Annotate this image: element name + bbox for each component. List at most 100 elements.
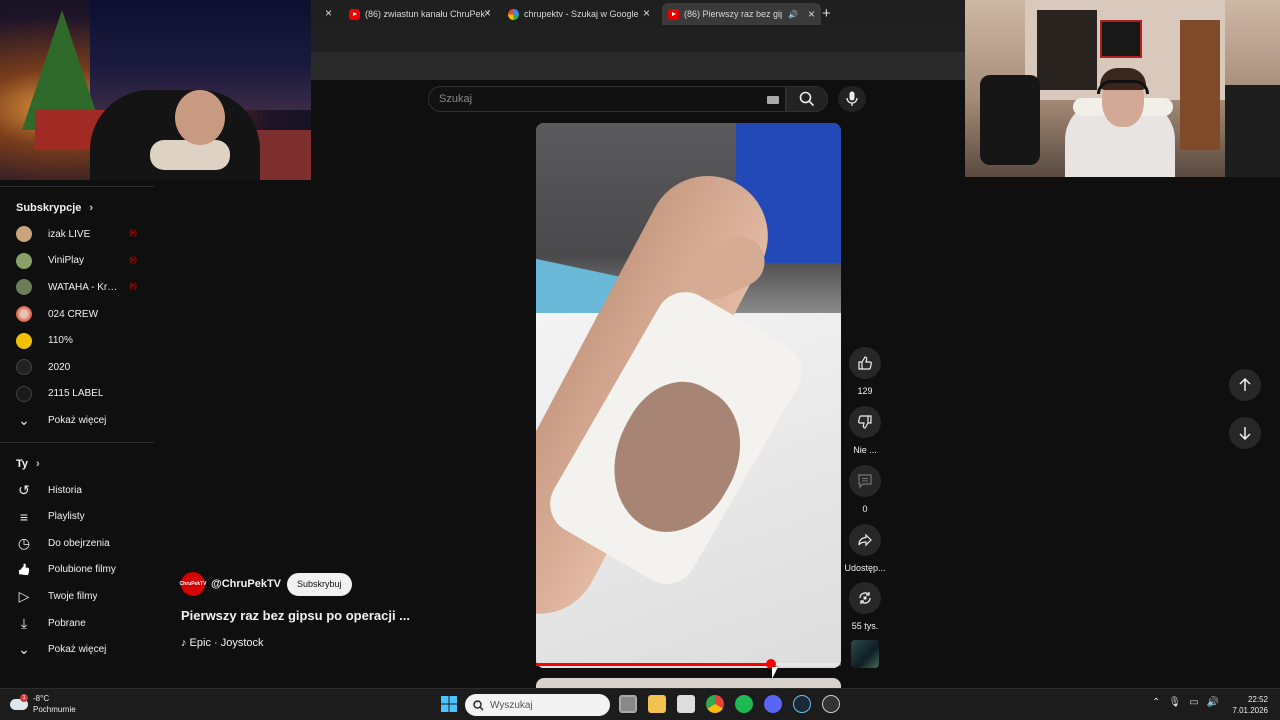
- headphones: [1097, 80, 1149, 94]
- sidebar-item-110[interactable]: 110%: [0, 327, 154, 354]
- sidebar-item-liked[interactable]: 👍 Polubione filmy: [0, 557, 154, 584]
- chrome-icon[interactable]: [706, 695, 724, 713]
- tab-zwiastun[interactable]: (86) zwiastun kanału ChruPek T: [349, 4, 489, 24]
- audio-icon[interactable]: 🔊: [788, 10, 798, 19]
- dislike-action: Nie ...: [849, 406, 881, 455]
- windows-start-icon[interactable]: [440, 695, 458, 713]
- taskbar-search[interactable]: [465, 694, 610, 716]
- sidebar-item-watch-later[interactable]: ◷ Do obejrzenia: [0, 530, 154, 557]
- shelf: [1037, 10, 1097, 90]
- time: 22:52: [1247, 695, 1268, 704]
- remix-button[interactable]: [849, 582, 881, 614]
- spotify-icon[interactable]: [735, 695, 753, 713]
- next-video-button[interactable]: [1229, 417, 1261, 449]
- tab-label: chrupektv - Szukaj w Google: [524, 9, 639, 19]
- share-icon: [858, 533, 872, 547]
- youtube-icon: [668, 8, 679, 20]
- tab-close-icon[interactable]: ×: [325, 6, 332, 20]
- sidebar-item-label: Polubione filmy: [48, 564, 116, 576]
- sidebar-item-downloads[interactable]: ⤓ Pobrane: [0, 610, 154, 637]
- dislike-label: Nie ...: [853, 445, 877, 455]
- sidebar-item-2020[interactable]: 2020: [0, 354, 154, 381]
- download-icon: ⤓: [20, 614, 28, 631]
- search-button[interactable]: [786, 86, 828, 112]
- thumbs-up-icon: [858, 356, 872, 370]
- sidebar-item-label: izak LIVE: [48, 228, 91, 240]
- address-bar-area[interactable]: [311, 28, 965, 52]
- volume-icon[interactable]: 🔊: [1207, 697, 1219, 708]
- cloud-icon: 1: [10, 693, 28, 710]
- previous-video-button[interactable]: [1229, 369, 1261, 401]
- comments-button[interactable]: [849, 465, 881, 497]
- tab-close-icon[interactable]: ×: [643, 6, 650, 20]
- discord-icon[interactable]: [764, 695, 782, 713]
- microphone-icon[interactable]: 🎙: [1168, 697, 1181, 708]
- taskbar-search-input[interactable]: [490, 699, 600, 711]
- tab-active-video[interactable]: (86) Pierwszy raz bez gipsu 🔊 ×: [662, 3, 821, 25]
- your-videos-icon: ▷: [18, 587, 30, 604]
- show-more-label: Pokaż więcej: [48, 644, 107, 656]
- dislike-button[interactable]: [849, 406, 881, 438]
- avatar: [16, 359, 32, 376]
- sidebar-item-viniplay[interactable]: ViniPlay ((•)): [0, 248, 154, 275]
- sidebar-item-your-videos[interactable]: ▷ Twoje filmy: [0, 583, 154, 610]
- store-icon[interactable]: [677, 695, 695, 713]
- channel-avatar[interactable]: ChruPekTV: [180, 572, 206, 596]
- chevron-up-icon[interactable]: ⌃: [1152, 697, 1160, 708]
- cabinet: [1225, 85, 1280, 177]
- live-icon: ((•)): [129, 256, 137, 264]
- channel-info: ChruPekTV @ChruPekTV Subskrybuj: [180, 572, 352, 596]
- sidebar-item-playlists[interactable]: ≡ Playlisty: [0, 503, 154, 530]
- tab-close-icon[interactable]: ×: [808, 7, 815, 21]
- divider: [0, 441, 154, 443]
- door: [1180, 20, 1220, 150]
- playlist-icon: ≡: [19, 508, 29, 525]
- chevron-right-icon: ›: [36, 457, 40, 470]
- voice-search-button[interactable]: [838, 86, 866, 112]
- keyboard-icon[interactable]: [767, 96, 779, 104]
- new-tab-button[interactable]: +: [822, 5, 831, 22]
- avatar: [16, 226, 32, 243]
- progress-bar[interactable]: [536, 659, 841, 669]
- sidebar-item-history[interactable]: ↺ Historia: [0, 477, 154, 504]
- show-more-you[interactable]: ⌄ Pokaż więcej: [0, 636, 154, 663]
- search-input[interactable]: [439, 92, 759, 106]
- like-button[interactable]: [849, 347, 881, 379]
- avatar: [16, 279, 32, 296]
- live-icon: ((•)): [129, 230, 137, 237]
- search-icon: [473, 699, 484, 710]
- sidebar-item-izak-live[interactable]: izak LIVE ((•)): [0, 221, 154, 248]
- search-icon: [799, 91, 815, 107]
- obs-icon[interactable]: [822, 695, 840, 713]
- display-icon[interactable]: ▭: [1189, 697, 1198, 708]
- tab-google-search[interactable]: chrupektv - Szukaj w Google: [508, 4, 639, 24]
- video-title[interactable]: Pierwszy raz bez gipsu po operacji ...: [181, 608, 410, 623]
- subscribe-button[interactable]: Subskrybuj: [287, 572, 352, 596]
- sidebar-item-label: 2020: [48, 361, 71, 373]
- avatar: [16, 306, 32, 323]
- sidebar-item-024-crew[interactable]: 024 CREW: [0, 301, 154, 328]
- sidebar-item-label: Twoje filmy: [48, 590, 98, 602]
- sound-thumbnail[interactable]: [851, 640, 879, 668]
- sidebar-item-2115-label[interactable]: 2115 LABEL: [0, 381, 154, 408]
- subscriptions-heading[interactable]: Subskrypcje ›: [0, 195, 154, 221]
- shorts-video-player[interactable]: [536, 123, 841, 668]
- steam-icon[interactable]: [793, 695, 811, 713]
- sidebar-item-wataha[interactable]: WATAHA - Krule... ((•)): [0, 274, 154, 301]
- weather-widget[interactable]: 1 -8°C Pochmurnie: [10, 693, 76, 715]
- share-button[interactable]: [849, 524, 881, 556]
- you-heading[interactable]: Ty ›: [0, 451, 154, 477]
- date: 7.01.2026: [1232, 706, 1268, 715]
- divider: [0, 186, 154, 187]
- next-video-preview[interactable]: [536, 678, 841, 688]
- clock[interactable]: 22:52 7.01.2026: [1228, 694, 1268, 716]
- show-more-subscriptions[interactable]: ⌄ Pokaż więcej: [0, 407, 154, 434]
- channel-name[interactable]: @ChruPekTV: [211, 578, 281, 590]
- tab-close-icon[interactable]: ×: [484, 6, 491, 20]
- webcam-overlay-right: [965, 0, 1280, 177]
- task-view-icon[interactable]: [619, 695, 637, 713]
- like-action: 129: [849, 347, 881, 396]
- file-explorer-icon[interactable]: [648, 695, 666, 713]
- video-music[interactable]: ♪ Epic · Joystock: [181, 637, 264, 649]
- sidebar-item-label: 2115 LABEL: [48, 388, 104, 400]
